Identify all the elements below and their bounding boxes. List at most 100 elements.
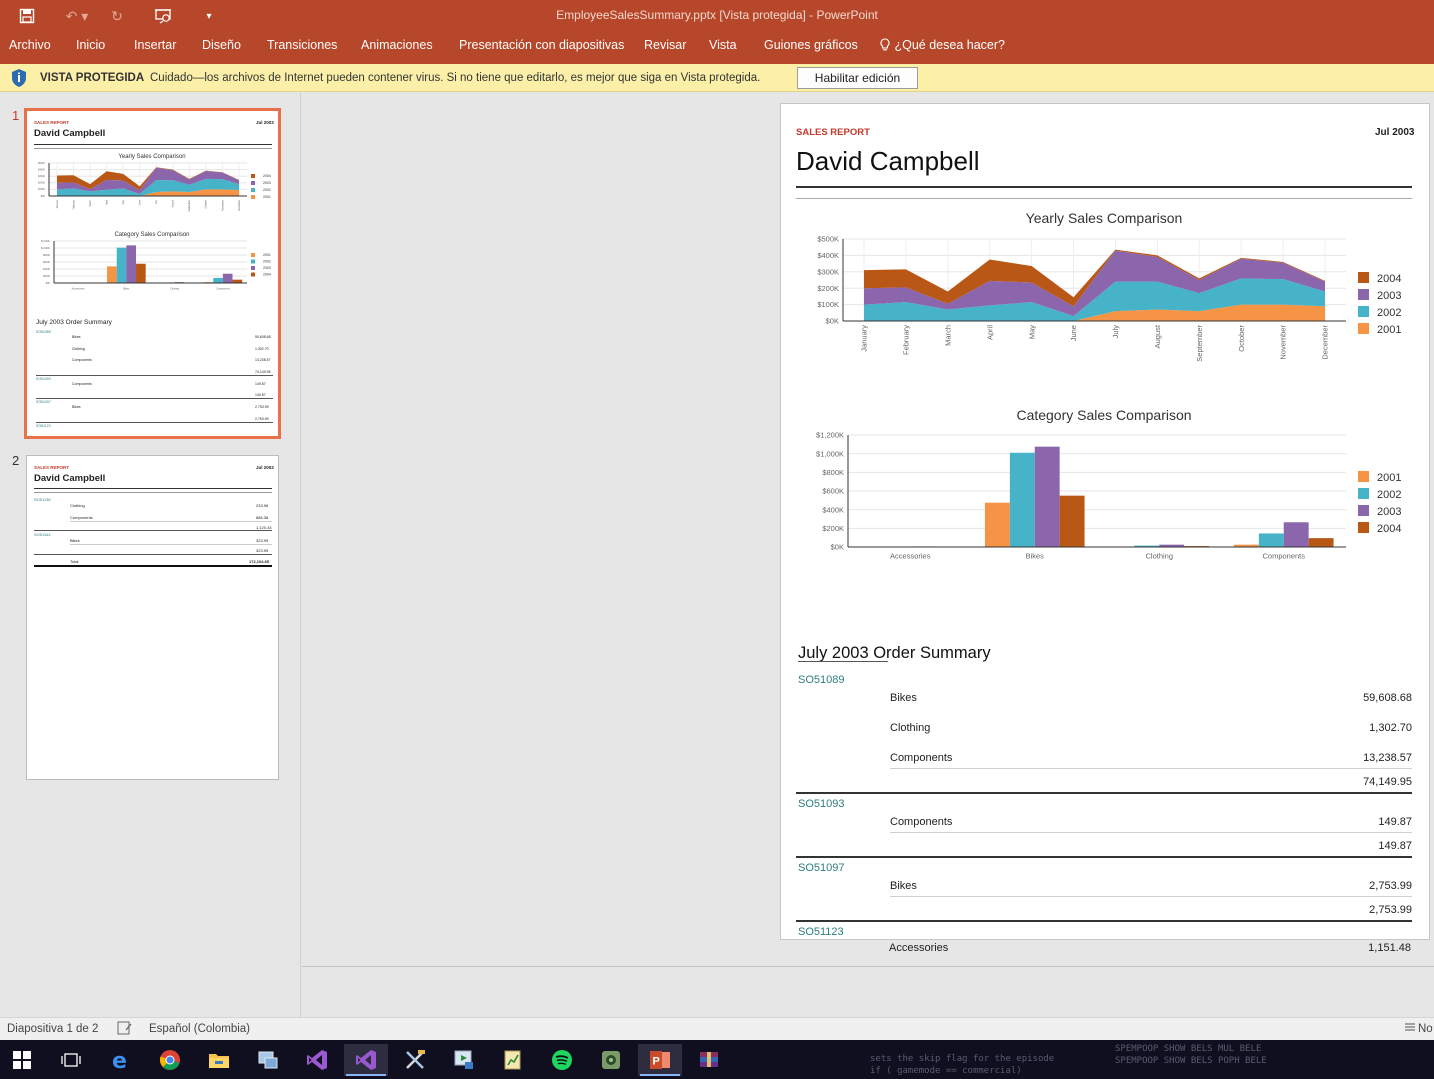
language-indicator[interactable]: Español (Colombia): [149, 1023, 250, 1035]
tab-archivo[interactable]: Archivo: [9, 38, 51, 52]
order-rule: [796, 856, 1412, 858]
slide-thumbnail-1[interactable]: SALES REPORT Jul 2003 David Campbell Yearly…: [24, 108, 281, 439]
order-id-link[interactable]: SO51097: [798, 862, 844, 874]
edge-icon[interactable]: e: [99, 1044, 143, 1076]
y-tick-label: $500K: [38, 162, 45, 165]
bar-2003: [222, 273, 233, 283]
tell-me-search[interactable]: ¿Qué desea hacer?: [879, 38, 1005, 52]
spotify-icon[interactable]: [540, 1044, 584, 1076]
thumb-category: Bikes: [72, 405, 81, 409]
thumb-rule: [34, 144, 272, 145]
media-app-icon[interactable]: [442, 1044, 486, 1076]
legend-swatch: [251, 253, 255, 257]
bar-2002: [116, 247, 127, 283]
thumb-amount: 59,608.68: [255, 335, 271, 339]
file-explorer-icon[interactable]: [197, 1044, 241, 1076]
thumb-kicker: SALES REPORT: [34, 120, 70, 125]
order-line-amount: 2,753.99: [1369, 880, 1412, 892]
x-tick-label: May: [122, 199, 125, 204]
y-tick-label: $600K: [822, 487, 844, 496]
x-tick-label: December: [238, 200, 241, 211]
thumb-order-id: SO51123: [36, 423, 51, 428]
thumb-category-chart: Category Sales Comparison $0K $200K $400K $6…: [41, 232, 271, 290]
tab-vista[interactable]: Vista: [709, 38, 737, 52]
evernote-icon[interactable]: [589, 1044, 633, 1076]
thumb-name: David Campbell: [34, 128, 106, 139]
thumb-yearly-chart: Yearly Sales Comparison $0K $100K $200K $300…: [38, 154, 271, 212]
notes-icon[interactable]: [1404, 1021, 1416, 1036]
thumb-amount: 1,302.70: [255, 346, 269, 351]
network-app-icon[interactable]: [246, 1044, 290, 1076]
order-line-category: Bikes: [890, 692, 917, 704]
order-line-amount: 1,302.70: [1369, 722, 1412, 734]
task-view-icon[interactable]: [49, 1044, 93, 1076]
thumb-line: [70, 544, 272, 545]
y-tick-label: $200K: [43, 275, 50, 278]
powerpoint-icon[interactable]: P: [638, 1044, 682, 1076]
chrome-icon[interactable]: [148, 1044, 192, 1076]
slide-number-2: 2: [12, 453, 20, 468]
legend-swatch: [1358, 289, 1369, 300]
thumb-amount: 13,238.57: [255, 358, 271, 362]
thumbnail-pane: 1 SALES REPORT Jul 2003 David Campbell Year…: [0, 93, 301, 1017]
y-tick-label: $800K: [822, 468, 844, 477]
lightbulb-icon: [880, 38, 890, 51]
y-tick-label: $1,000K: [816, 449, 844, 458]
thumb-rule-thin: [34, 492, 272, 493]
x-tick-label: Bikes: [1026, 552, 1045, 561]
x-tick-label: January: [56, 199, 59, 208]
enable-editing-button[interactable]: Habilitar edición: [797, 67, 918, 89]
order-id-link[interactable]: SO51089: [798, 674, 844, 686]
order-id-link[interactable]: SO51123: [798, 926, 844, 938]
slide-thumbnail-2[interactable]: SALES REPORT Jul 2003 David Campbell SO5…: [26, 455, 279, 780]
tab-guiones[interactable]: Guiones gráficos: [764, 38, 858, 52]
thumb2-category: Bikes: [70, 538, 80, 543]
tab-insertar[interactable]: Insertar: [134, 38, 176, 52]
thumb2-category: Clothing: [70, 503, 85, 508]
legend-swatch: [251, 266, 255, 270]
thumb-name: David Campbell: [34, 473, 106, 484]
thumb-subtotal: 2,753.99: [255, 416, 269, 421]
y-tick-label: $400K: [38, 168, 45, 171]
tools-app-icon[interactable]: [393, 1044, 437, 1076]
tab-diseno[interactable]: Diseño: [202, 38, 241, 52]
windows-start-icon[interactable]: [0, 1044, 44, 1076]
legend-swatch: [1358, 505, 1369, 516]
legend-swatch: [1358, 522, 1369, 533]
tab-transiciones[interactable]: Transiciones: [267, 38, 337, 52]
visual-studio-icon[interactable]: [295, 1044, 339, 1076]
thumb-line: [34, 530, 272, 531]
legend-swatch: [251, 259, 255, 264]
order-subtotal-rule: [890, 896, 1412, 897]
visual-studio-2-icon[interactable]: [344, 1044, 388, 1076]
legend-label: 2001: [1377, 324, 1401, 336]
legend-swatch: [1358, 471, 1369, 482]
x-tick-label: October: [1237, 325, 1246, 352]
x-tick-label: October: [205, 200, 208, 209]
thumb-subtotal: 149.87: [255, 393, 266, 397]
tab-animaciones[interactable]: Animaciones: [361, 38, 433, 52]
order-id-link[interactable]: SO51093: [798, 798, 844, 810]
y-tick-label: $1,000K: [41, 247, 50, 250]
x-tick-label: April: [105, 200, 108, 205]
notepad-app-icon[interactable]: [491, 1044, 535, 1076]
y-tick-label: $300K: [817, 267, 839, 276]
y-tick-label: $300K: [38, 175, 45, 178]
tell-me-label: ¿Qué desea hacer?: [894, 38, 1005, 52]
y-tick-label: $600K: [43, 261, 50, 264]
slide-1[interactable]: SALES REPORT Jul 2003 David Campbell Yea…: [780, 103, 1430, 940]
notes-divider[interactable]: [302, 966, 1434, 967]
tab-inicio[interactable]: Inicio: [76, 38, 105, 52]
x-tick-label: February: [72, 199, 75, 209]
spelling-icon[interactable]: [117, 1021, 133, 1038]
legend-swatch: [1358, 272, 1369, 283]
order-subtotal: 149.87: [1378, 840, 1412, 852]
tab-revisar[interactable]: Revisar: [644, 38, 686, 52]
bar-2002: [1258, 533, 1284, 547]
x-tick-label: Components: [1262, 552, 1305, 561]
order-line-category: Clothing: [890, 722, 931, 734]
winrar-icon[interactable]: [687, 1044, 731, 1076]
tab-presentacion[interactable]: Presentación con diapositivas: [459, 38, 624, 52]
legend-label: 2002: [263, 188, 271, 192]
notes-button[interactable]: No: [1418, 1023, 1433, 1035]
